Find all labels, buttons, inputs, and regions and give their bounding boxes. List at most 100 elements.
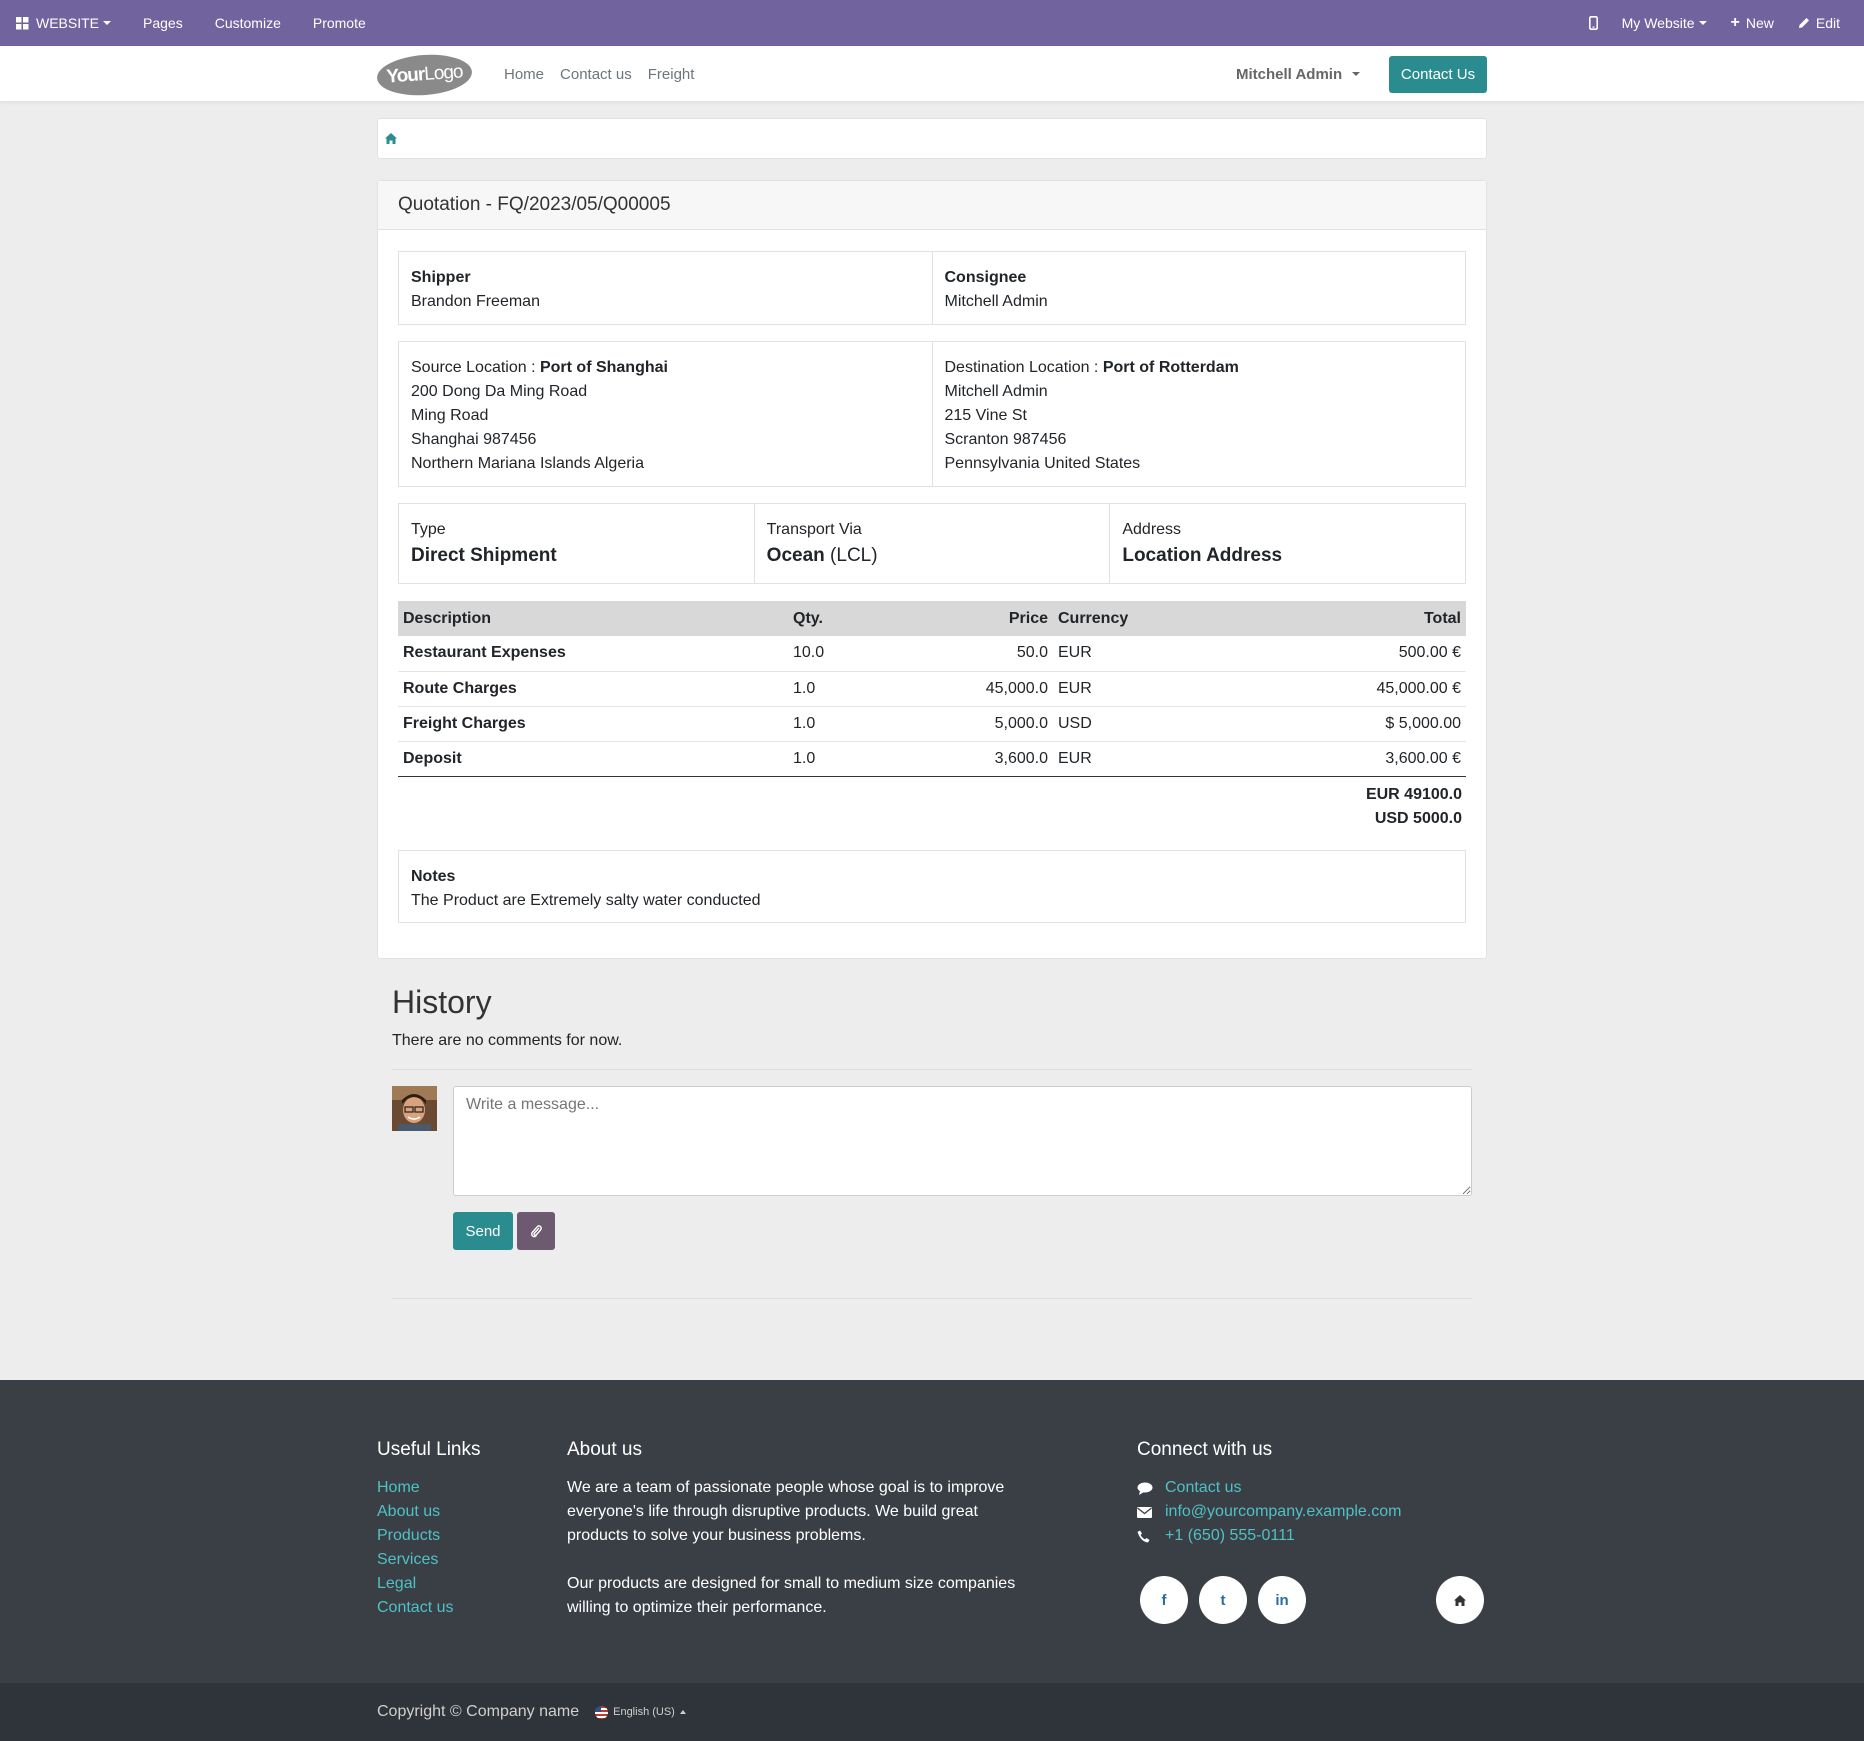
destination-location-name: Port of Rotterdam [1102,359,1239,376]
comment-icon [1137,1482,1153,1495]
copyright-bar: Copyright © Company name English (US) [0,1683,1864,1741]
nav-home[interactable]: Home [504,66,544,83]
col-description: Description [398,601,788,636]
nav-freight[interactable]: Freight [648,66,695,83]
copyright-text: Copyright © Company name [377,1703,580,1720]
contact-us-button[interactable]: Contact Us [1389,56,1487,93]
send-button[interactable]: Send [453,1212,513,1250]
main-nav: Home Contact us Freight [504,46,710,102]
chevron-up-icon [679,1710,686,1714]
linkedin-icon[interactable]: in [1258,1576,1306,1624]
line-qty: 1.0 [788,741,908,777]
transport-cell: Transport Via Ocean (LCL) [753,504,1110,583]
footer-email-link[interactable]: info@yourcompany.example.com [1165,1500,1402,1524]
promote-menu[interactable]: Promote [297,0,382,46]
contact-link-row: Contact us [1137,1476,1402,1500]
line-description: Restaurant Expenses [398,636,788,672]
footer-phone-link[interactable]: +1 (650) 555-0111 [1165,1524,1295,1548]
user-menu[interactable]: Mitchell Admin [1236,46,1361,102]
envelope-icon [1137,1506,1152,1518]
consignee-label: Consignee [944,269,1027,286]
website-menu[interactable]: WEBSITE [0,0,127,46]
quotation-card: Quotation - FQ/2023/05/Q00005 Shipper Br… [377,180,1487,959]
language-label: English (US) [613,1706,675,1718]
logo-text-logo: Logo [423,61,464,85]
about-column: About us We are a team of passionate peo… [567,1438,1017,1620]
transport-value: Ocean [766,545,825,566]
home-icon[interactable] [384,132,398,145]
shipper-label: Shipper [411,269,471,286]
nav-contact-us[interactable]: Contact us [560,66,632,83]
pencil-icon [1798,18,1809,28]
notes-label: Notes [411,868,456,885]
footer-link-contact-us[interactable]: Contact us [377,1596,481,1620]
footer-contact-link[interactable]: Contact us [1165,1476,1241,1500]
customize-menu[interactable]: Customize [199,0,297,46]
connect-column: Connect with us Contact us info@yourcomp… [1137,1438,1402,1548]
table-row: Restaurant Expenses 10.0 50.0 EUR 500.00… [398,636,1466,672]
line-description: Freight Charges [398,706,788,742]
address-value: Location Address [1122,545,1283,566]
pages-menu[interactable]: Pages [127,0,199,46]
divider [392,1069,1472,1070]
footer: Useful Links Home About us Products Serv… [0,1380,1864,1683]
destination-address-line: Scranton 987456 [944,431,1067,448]
table-row: Route Charges 1.0 45,000.0 EUR 45,000.00… [398,671,1466,707]
facebook-icon[interactable]: f [1140,1576,1188,1624]
footer-link-products[interactable]: Products [377,1524,481,1548]
col-price: Price [908,601,1053,636]
site-header: Your Logo Home Contact us Freight Mitchel… [0,46,1864,102]
quotation-title: Quotation - FQ/2023/05/Q00005 [378,181,1486,230]
my-website-menu[interactable]: My Website [1614,0,1723,46]
about-paragraph: We are a team of passionate people whose… [567,1479,1005,1544]
footer-link-services[interactable]: Services [377,1548,481,1572]
source-address-line: Northern Mariana Islands Algeria [411,455,645,472]
parties-box: Shipper Brandon Freeman Consignee Mitche… [398,251,1466,325]
footer-link-about-us[interactable]: About us [377,1500,481,1524]
line-total: 45,000.00 € [1242,671,1466,707]
company-logo[interactable]: Your Logo [375,51,474,99]
edit-label: Edit [1815,15,1840,31]
line-currency: EUR [1053,671,1243,707]
line-total: 3,600.00 € [1242,741,1466,777]
destination-address-line: Pennsylvania United States [944,455,1141,472]
admin-bar: WEBSITE Pages Customize Promote My Websi… [0,0,1864,46]
footer-link-home[interactable]: Home [377,1476,481,1500]
message-input[interactable] [453,1086,1472,1196]
notes-cell: Notes The Product are Extremely salty wa… [399,851,1465,922]
language-selector[interactable]: English (US) [595,1705,686,1719]
quotation-lines-table: Description Qty. Price Currency Total Re… [398,601,1466,777]
my-website-label: My Website [1621,15,1695,31]
total-usd: USD 5000.0 [1374,810,1462,827]
source-location-label: Source Location : [411,359,540,376]
consignee-value: Mitchell Admin [944,293,1048,310]
address-cell: Address Location Address [1109,504,1465,583]
line-description: Route Charges [398,671,788,707]
breadcrumb [377,118,1487,159]
col-qty: Qty. [788,601,908,636]
col-total: Total [1242,601,1466,636]
shipper-value: Brandon Freeman [411,293,540,310]
source-address-line: Shanghai 987456 [411,431,537,448]
consignee-cell: Consignee Mitchell Admin [931,252,1466,324]
divider [392,1298,1472,1299]
edit-button[interactable]: Edit [1790,0,1856,46]
footer-link-legal[interactable]: Legal [377,1572,481,1596]
notes-value: The Product are Extremely salty water co… [411,892,761,909]
source-address-line: 200 Dong Da Ming Road [411,383,588,400]
home-social-button[interactable] [1436,1576,1484,1624]
attach-button[interactable] [517,1212,555,1250]
mobile-icon [1588,16,1598,30]
line-currency: USD [1053,706,1243,742]
about-title: About us [567,1439,642,1460]
twitter-icon[interactable]: t [1199,1576,1247,1624]
useful-links-column: Useful Links Home About us Products Serv… [377,1438,481,1620]
phone-row: +1 (650) 555-0111 [1137,1524,1402,1548]
source-address-line: Ming Road [411,407,489,424]
line-price: 45,000.0 [908,671,1053,707]
line-price: 3,600.0 [908,741,1053,777]
new-button[interactable]: + New [1723,0,1790,46]
mobile-preview-button[interactable] [1573,0,1614,46]
source-location-name: Port of Shanghai [539,359,668,376]
destination-location-cell: Destination Location : Port of Rotterdam… [931,342,1466,486]
